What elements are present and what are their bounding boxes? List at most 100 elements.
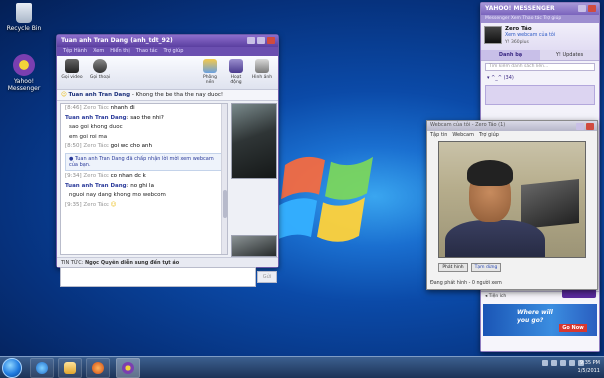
message-text: goi wc cho anh [110, 143, 152, 150]
person-hair [467, 160, 513, 186]
message-text: nhanh đi [110, 105, 135, 111]
main-titlebar[interactable]: YAHOO! MESSENGER [481, 3, 599, 15]
tab-contacts[interactable]: Danh bạ [481, 50, 540, 60]
menu-item[interactable]: Tập tin [430, 132, 447, 139]
ie-icon [36, 362, 48, 374]
photos-button[interactable]: Hình ảnh [251, 59, 273, 80]
media-player-icon [92, 362, 104, 374]
contact-avatar[interactable] [231, 103, 277, 179]
webcam-notice: ● Tuan anh Tran Dang đã chấp nhận lời mờ… [65, 152, 223, 171]
message-text: co nhan dc k [110, 172, 146, 179]
video-call-button[interactable]: Gọi video [61, 59, 83, 80]
tab-updates[interactable]: Y! Updates [540, 50, 599, 60]
yahoo-messenger-icon[interactable]: Yahoo! Messenger [4, 54, 44, 92]
conversation-scrollbar[interactable] [221, 104, 227, 254]
message-text: no ghi la [130, 182, 154, 189]
activity-button[interactable]: Hoạt động [225, 59, 247, 85]
conversation-pane[interactable]: [8:46] Zero Táo: nhanh đi Tuan anh Tran … [60, 103, 228, 255]
close-button[interactable] [588, 5, 596, 12]
message-row: sao goi khong duoc [61, 123, 227, 133]
travel-ad-banner[interactable]: YAHOO! TRAVEL Where will you go? Go Now [483, 274, 597, 336]
menu-item[interactable]: Webcam [452, 132, 474, 139]
webcam-controls: Phát hình Tạm dừng [438, 263, 501, 272]
menu-item[interactable]: Xem [93, 48, 104, 55]
news-text[interactable]: Ngọc Quyên diễn sung đến tụt áo [85, 260, 179, 266]
sender-name: Tuan anh Tran Dang [65, 182, 127, 189]
minimize-button[interactable] [578, 5, 586, 12]
news-ticker[interactable]: TIN TỨC: Ngọc Quyên diễn sung đến tụt áo [57, 257, 278, 267]
background-button[interactable]: Phông nền [199, 59, 221, 85]
clock-date: 1/5/2011 [577, 368, 600, 374]
message-row: [9:35] Zero Táo: ☺ [65, 201, 117, 208]
voice-call-button[interactable]: Gọi thoại [89, 59, 111, 80]
group-label: ^_^ (34) [491, 75, 514, 81]
taskbar-media-player[interactable] [86, 358, 110, 378]
tray-icon[interactable] [542, 360, 548, 366]
taskbar-clock[interactable]: 9:35 PM 1/5/2011 [570, 359, 600, 375]
send-button[interactable]: Gửi [257, 271, 277, 283]
tray-icon[interactable] [551, 360, 557, 366]
profile-avatar[interactable] [484, 26, 502, 44]
contact-group[interactable]: ▾ ^_^ (34) [481, 73, 599, 83]
chat-titlebar[interactable]: Tuan anh Tran Dang (anh_tdt_92) [57, 35, 278, 47]
sender-name: Tuan anh Tran Dang [65, 114, 127, 121]
close-button[interactable] [267, 37, 275, 44]
webcam-titlebar[interactable]: Webcam của tôi - Zero Táo (1) [427, 121, 597, 131]
taskbar-yahoo-messenger[interactable] [116, 358, 140, 378]
message-row: [9:34] Zero Táo: co nhan dc k [65, 172, 146, 179]
recycle-bin-icon[interactable]: Recycle Bin [4, 3, 44, 32]
emoticon-icon: ☺ [110, 201, 117, 208]
clock-time: 9:35 PM [579, 360, 600, 366]
toolbar-label: Gọi thoại [89, 75, 111, 80]
maximize-button[interactable] [257, 37, 265, 44]
timestamp: [9:35] [65, 201, 82, 208]
menu-item[interactable]: Thao tác [136, 48, 158, 55]
ad-go-button[interactable]: Go Now [559, 324, 587, 332]
main-menubar[interactable]: Messenger Xem Thao tác Trợ giúp [481, 15, 599, 23]
folder-icon [64, 362, 76, 374]
webcam-menubar: Tập tin Webcam Trợ giúp [427, 131, 597, 140]
pause-button[interactable]: Tạm dừng [471, 263, 501, 272]
sender-name: Zero Táo [83, 201, 107, 208]
puzzle-icon [229, 59, 243, 73]
minimize-button[interactable] [247, 37, 255, 44]
my-avatar[interactable] [231, 235, 277, 257]
broadcast-button[interactable]: Phát hình [438, 263, 468, 272]
widgets-link[interactable]: ◂ Tiện ích [485, 294, 506, 299]
selected-contact-row[interactable] [485, 85, 595, 105]
news-label: TIN TỨC: [61, 260, 84, 266]
video-camera-icon [65, 59, 79, 73]
scroll-thumb[interactable] [223, 190, 227, 218]
message-input[interactable] [60, 267, 256, 287]
profile-360-link[interactable]: Y! 360plus [505, 40, 529, 45]
windows-logo [275, 156, 373, 242]
taskbar: 9:35 PM 1/5/2011 [0, 356, 604, 378]
chat-window: Tuan anh Tran Dang (anh_tdt_92) Tệp Hành… [56, 34, 279, 287]
contact-search-input[interactable]: Tìm kiếm danh sách liên... [485, 63, 595, 71]
taskbar-explorer[interactable] [58, 358, 82, 378]
chat-title: Tuan anh Tran Dang (anh_tdt_92) [61, 37, 173, 44]
toolbar-label: Hoạt động [230, 75, 242, 85]
taskbar-ie[interactable] [30, 358, 54, 378]
menu-item[interactable]: Trợ giúp [163, 48, 183, 55]
chevron-down-icon: ▾ [487, 75, 490, 81]
timestamp: [8:50] [65, 143, 82, 150]
menu-item[interactable]: Trợ giúp [479, 132, 499, 139]
contact-status-line: ☺ Tuan anh Tran Dang - Khong the be tha … [57, 90, 278, 101]
message-text: sao the nhi? [130, 114, 164, 121]
phone-icon [93, 59, 107, 73]
profile-name[interactable]: Zero Táo [505, 26, 532, 32]
toolbar-label: Gọi video [61, 75, 83, 80]
close-button[interactable] [586, 123, 594, 130]
webcam-title: Webcam của tôi - Zero Táo (1) [430, 122, 506, 128]
toolbar-label: Phông nền [202, 75, 218, 85]
minimize-button[interactable] [576, 123, 584, 130]
tray-icon[interactable] [560, 360, 566, 366]
profile-status[interactable]: Xem webcam của tôi [505, 33, 555, 38]
main-lower-panel: ◂ Tiện ích Thêm tiện ích YAHOO! TRAVEL W… [481, 274, 599, 351]
start-button[interactable] [2, 358, 22, 378]
ad-line1: Where will [517, 309, 553, 316]
menu-item[interactable]: Tệp Hành [63, 48, 87, 55]
profile-panel: Zero Táo Xem webcam của tôi Y! 360plus [481, 23, 599, 50]
menu-item[interactable]: Hiển thị [110, 48, 130, 55]
